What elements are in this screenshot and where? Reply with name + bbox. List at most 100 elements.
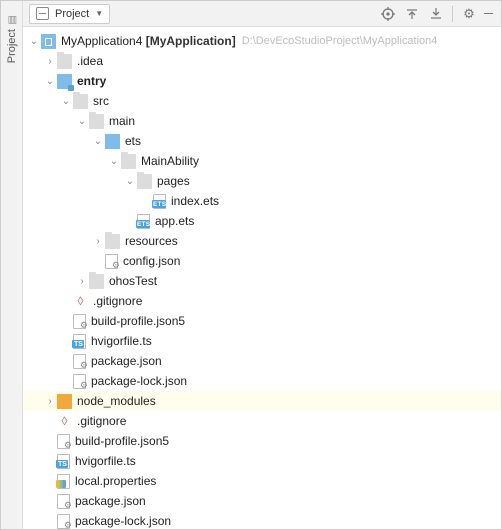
tree-node-app-ets[interactable]: › ETS app.ets (23, 211, 501, 231)
node-label: build-profile.json5 (91, 314, 185, 328)
tree-node-main[interactable]: ⌄ main (23, 111, 501, 131)
chevron-down-icon[interactable]: ⌄ (91, 136, 105, 147)
node-label: entry (77, 74, 106, 88)
node-label: hvigorfile.ts (91, 334, 152, 348)
expand-all-icon (405, 7, 419, 21)
tree-node-ohostest[interactable]: › ohosTest (23, 271, 501, 291)
tree-node-root-package-json[interactable]: › package.json (23, 491, 501, 511)
node-label: local.properties (75, 474, 156, 488)
tree-node-mainability[interactable]: ⌄ MainAbility (23, 151, 501, 171)
drag-handle-icon (7, 5, 17, 8)
json5-file-icon (57, 434, 70, 449)
chevron-right-icon[interactable]: › (91, 236, 105, 247)
collapse-all-icon (429, 7, 443, 21)
target-icon (381, 7, 395, 21)
tree-node-entry-package-json[interactable]: › package.json (23, 351, 501, 371)
project-folder-icon (41, 34, 56, 49)
project-icon: ▤ (6, 15, 17, 24)
node-label: .gitignore (93, 294, 142, 308)
project-toolbar: Project ▼ ⚙ (23, 1, 501, 27)
gear-icon: ⚙ (463, 6, 475, 22)
chevron-right-icon[interactable]: › (43, 396, 57, 407)
json-file-icon (57, 514, 70, 529)
properties-file-icon (57, 474, 70, 489)
tree-node-root-build-profile[interactable]: › build-profile.json5 (23, 431, 501, 451)
expand-all-button[interactable] (400, 4, 424, 24)
node-label: src (93, 94, 109, 108)
node-label: package.json (75, 494, 146, 508)
tree-node-entry-hvigorfile[interactable]: › TS hvigorfile.ts (23, 331, 501, 351)
ets-file-icon: ETS (137, 214, 150, 229)
project-scope-selector[interactable]: Project ▼ (29, 4, 110, 24)
excluded-folder-icon (57, 394, 72, 409)
node-label: ohosTest (109, 274, 157, 288)
tree-node-pages[interactable]: ⌄ pages (23, 171, 501, 191)
tree-node-root-hvigorfile[interactable]: › TS hvigorfile.ts (23, 451, 501, 471)
node-label: index.ets (171, 194, 219, 208)
folder-icon (137, 174, 152, 189)
tree-node-root-package-lock[interactable]: › package-lock.json (23, 511, 501, 529)
node-label: .idea (77, 54, 103, 68)
tree-node-entry-package-lock[interactable]: › package-lock.json (23, 371, 501, 391)
tree-node-entry[interactable]: ⌄ entry (23, 71, 501, 91)
node-label: config.json (123, 254, 180, 268)
tree-node-index-ets[interactable]: › ETS index.ets (23, 191, 501, 211)
project-scope-label: Project (55, 8, 89, 20)
chevron-down-icon[interactable]: ⌄ (75, 116, 89, 127)
node-label: node_modules (77, 394, 156, 408)
node-label: .gitignore (77, 414, 126, 428)
tree-node-project-root[interactable]: ⌄ MyApplication4 [MyApplication] D:\DevE… (23, 31, 501, 51)
project-scope-icon (36, 7, 49, 20)
tree-node-resources[interactable]: › resources (23, 231, 501, 251)
chevron-right-icon[interactable]: › (75, 276, 89, 287)
tree-node-ets[interactable]: ⌄ ets (23, 131, 501, 151)
node-label: package-lock.json (91, 374, 187, 388)
gitignore-icon: ◊ (57, 414, 72, 429)
node-label: resources (125, 234, 178, 248)
tree-node-local-properties[interactable]: › local.properties (23, 471, 501, 491)
json-file-icon (57, 494, 70, 509)
node-label: build-profile.json5 (75, 434, 169, 448)
node-label: pages (157, 174, 190, 188)
tool-window-tab-project[interactable]: Project ▤ (1, 1, 23, 529)
project-name-label: MyApplication4 (61, 34, 142, 48)
chevron-down-icon[interactable]: ⌄ (27, 36, 41, 47)
tree-node-src[interactable]: ⌄ src (23, 91, 501, 111)
settings-button[interactable]: ⚙ (457, 4, 481, 24)
tool-window-tab-label: Project ▤ (6, 14, 18, 63)
node-label: main (109, 114, 135, 128)
chevron-down-icon: ▼ (95, 9, 103, 18)
folder-icon (105, 234, 120, 249)
json-file-icon (73, 354, 86, 369)
project-context-label: [MyApplication] (146, 34, 236, 48)
folder-icon (121, 154, 136, 169)
tree-node-node-modules[interactable]: › node_modules (23, 391, 501, 411)
tree-node-config-json[interactable]: › config.json (23, 251, 501, 271)
json-file-icon (73, 374, 86, 389)
gitignore-icon: ◊ (73, 294, 88, 309)
project-tree[interactable]: ⌄ MyApplication4 [MyApplication] D:\DevE… (23, 27, 501, 529)
folder-icon (73, 94, 88, 109)
tree-node-entry-build-profile[interactable]: › build-profile.json5 (23, 311, 501, 331)
ts-file-icon: TS (73, 334, 86, 349)
collapse-all-button[interactable] (424, 4, 448, 24)
chevron-down-icon[interactable]: ⌄ (123, 176, 137, 187)
folder-icon (57, 54, 72, 69)
folder-icon (89, 114, 104, 129)
hide-button[interactable] (481, 4, 495, 24)
module-folder-icon (57, 74, 72, 89)
source-folder-icon (105, 134, 120, 149)
tree-node-idea[interactable]: › .idea (23, 51, 501, 71)
chevron-down-icon[interactable]: ⌄ (43, 76, 57, 87)
chevron-down-icon[interactable]: ⌄ (107, 156, 121, 167)
node-label: app.ets (155, 214, 194, 228)
chevron-down-icon[interactable]: ⌄ (59, 96, 73, 107)
folder-icon (89, 274, 104, 289)
tree-node-root-gitignore[interactable]: › ◊ .gitignore (23, 411, 501, 431)
ets-file-icon: ETS (153, 194, 166, 209)
chevron-right-icon[interactable]: › (43, 56, 57, 67)
tree-node-entry-gitignore[interactable]: › ◊ .gitignore (23, 291, 501, 311)
locate-file-button[interactable] (376, 4, 400, 24)
json5-file-icon (73, 314, 86, 329)
ts-file-icon: TS (57, 454, 70, 469)
